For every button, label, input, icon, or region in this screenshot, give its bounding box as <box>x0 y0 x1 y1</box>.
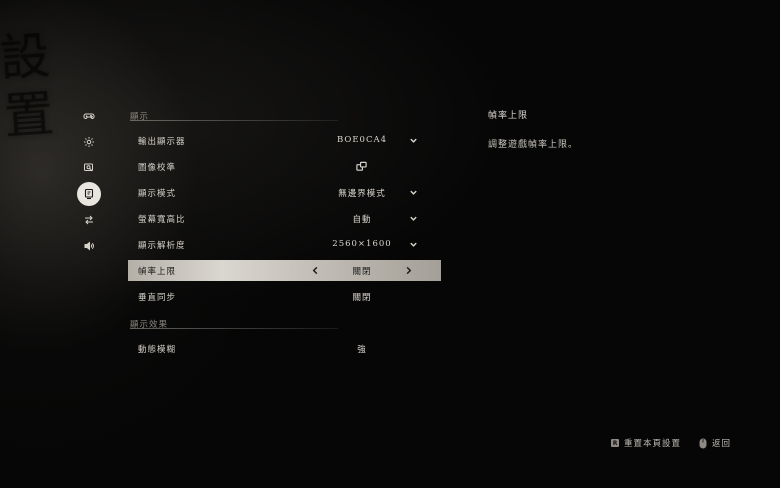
setting-row-resolution[interactable]: 顯示解析度 2560×1600 <box>128 234 441 255</box>
mouse-icon <box>699 438 707 448</box>
setting-row-image-calibration[interactable]: 圖像校準 <box>128 156 441 177</box>
sidebar-item-screen[interactable] <box>78 157 100 179</box>
monitor-icon <box>84 188 94 200</box>
magnify-screen-icon <box>84 163 93 172</box>
key-r-icon: R <box>611 439 619 447</box>
speaker-icon <box>84 241 94 251</box>
setting-label: 幀率上限 <box>138 267 177 277</box>
sidebar-item-network[interactable] <box>78 209 100 231</box>
setting-row-aspect-ratio[interactable]: 螢幕寬高比 自動 <box>128 208 441 229</box>
sidebar-item-general[interactable] <box>78 131 100 153</box>
arrow-right-icon[interactable] <box>404 265 413 276</box>
description-text: 調整遊戲幀率上限。 <box>488 140 579 150</box>
setting-label: 輸出顯示器 <box>138 137 186 147</box>
gear-icon <box>84 137 94 147</box>
back-label: 返回 <box>712 439 732 449</box>
section-divider <box>130 328 338 329</box>
chevron-down-icon[interactable] <box>409 136 418 145</box>
setting-value: BOE0CA4 <box>336 135 388 145</box>
setting-row-frame-rate-limit[interactable]: 幀率上限 關閉 <box>128 260 441 281</box>
background-calligraphy-title: 設置 <box>0 28 56 149</box>
setting-label: 垂直同步 <box>138 293 177 303</box>
gamepad-icon <box>83 113 95 119</box>
swap-arrows-icon <box>85 215 93 225</box>
setting-label: 顯示模式 <box>138 189 177 199</box>
setting-value: 自動 <box>352 215 372 225</box>
reset-page-label: 重置本頁設置 <box>624 439 682 449</box>
setting-value: 強 <box>357 345 367 355</box>
setting-row-vsync[interactable]: 垂直同步 關閉 <box>128 286 441 307</box>
chevron-down-icon[interactable] <box>409 188 418 197</box>
external-link-icon[interactable] <box>356 161 367 172</box>
chevron-down-icon[interactable] <box>409 214 418 223</box>
setting-label: 動態模糊 <box>138 345 177 355</box>
setting-value: 無邊界模式 <box>338 189 386 199</box>
back-button[interactable]: 返回 <box>699 437 731 449</box>
setting-row-motion-blur[interactable]: 動態模糊 強 <box>128 338 441 359</box>
arrow-left-icon[interactable] <box>311 265 320 276</box>
sidebar-item-controls[interactable] <box>78 105 100 127</box>
setting-value: 關閉 <box>352 293 372 303</box>
sidebar-item-display[interactable] <box>77 182 101 206</box>
setting-value: 關閉 <box>352 267 372 277</box>
description-title: 幀率上限 <box>488 111 529 121</box>
setting-value: 2560×1600 <box>332 239 392 249</box>
reset-page-button[interactable]: R 重置本頁設置 <box>611 437 681 449</box>
setting-label: 螢幕寬高比 <box>138 215 186 225</box>
setting-row-display-mode[interactable]: 顯示模式 無邊界模式 <box>128 182 441 203</box>
section-divider <box>130 120 338 121</box>
chevron-down-icon[interactable] <box>409 240 418 249</box>
sidebar-item-audio[interactable] <box>78 235 100 257</box>
setting-label: 顯示解析度 <box>138 241 186 251</box>
setting-label: 圖像校準 <box>138 163 177 173</box>
setting-row-output-monitor[interactable]: 輸出顯示器 BOE0CA4 <box>128 130 441 151</box>
